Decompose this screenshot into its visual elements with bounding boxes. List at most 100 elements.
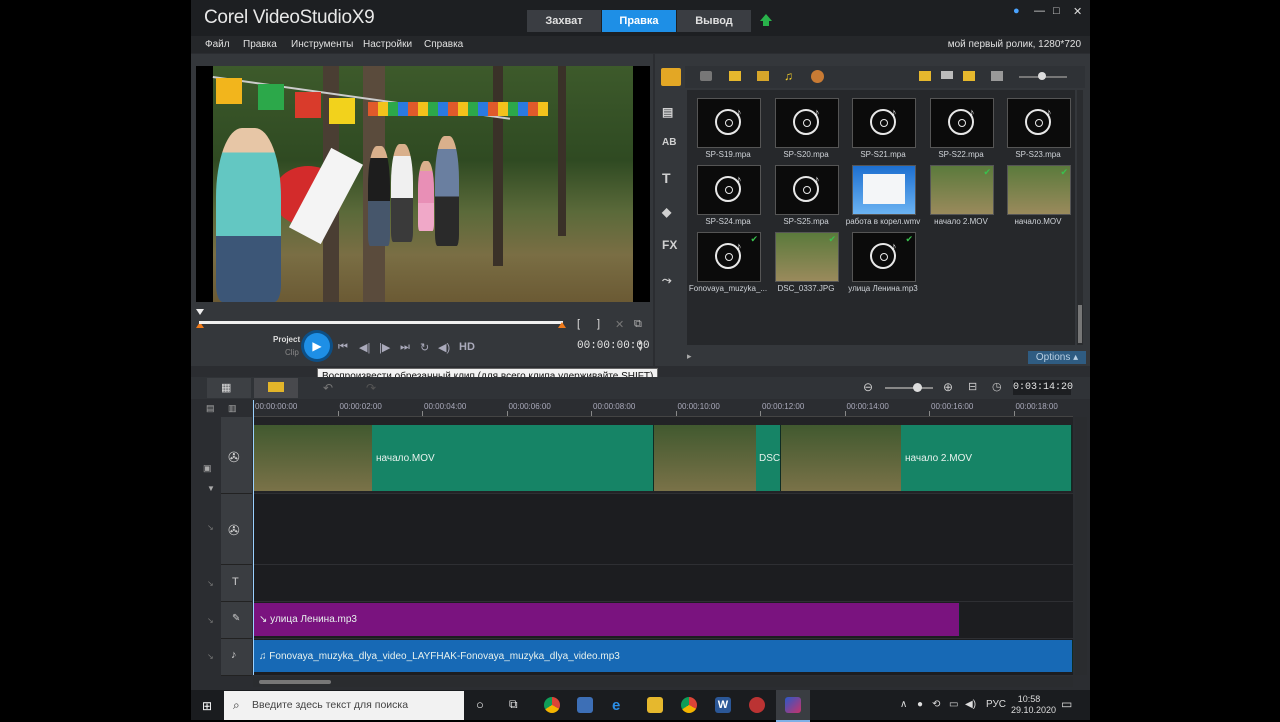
path-icon[interactable]: ⤳: [662, 273, 672, 288]
volume-icon[interactable]: ◀): [438, 341, 450, 354]
edge-icon[interactable]: e: [612, 697, 628, 714]
zoom-slider[interactable]: [885, 387, 933, 389]
timeline-hscroll[interactable]: [253, 677, 1073, 687]
instant-project-icon[interactable]: ▤: [662, 105, 673, 119]
menu-edit[interactable]: Правка: [243, 39, 277, 50]
video-clip-2[interactable]: начало 2.MOV: [901, 425, 1072, 491]
mark-out-button[interactable]: ]: [597, 318, 600, 330]
videostudio-taskbar-button[interactable]: [776, 690, 810, 722]
cortana-icon[interactable]: ○: [476, 697, 484, 712]
voice-track[interactable]: ↘ улица Ленина.mp3: [253, 602, 1073, 639]
timecode-stepper[interactable]: ▲ ▼: [637, 339, 644, 353]
transition-icon[interactable]: AB: [662, 137, 676, 148]
zoom-knob[interactable]: [913, 383, 922, 392]
library-item-thumb[interactable]: ♪: [852, 98, 916, 148]
timeline-vscroll[interactable]: [1075, 417, 1087, 675]
options-button[interactable]: Options ▴: [1028, 351, 1086, 364]
scrub-bar[interactable]: [199, 321, 563, 324]
redo-icon[interactable]: ↷: [366, 381, 376, 395]
go-start-icon[interactable]: ⏮: [338, 341, 348, 354]
tray-sync-icon[interactable]: ⟲: [932, 699, 940, 710]
track-expand-icon[interactable]: ▼: [207, 484, 215, 493]
close-icon[interactable]: ✕: [1073, 5, 1082, 18]
music-clip[interactable]: ♫ Fonovaya_muzyka_dlya_video_LAYFHAK-Fon…: [254, 640, 1073, 672]
chrome-icon[interactable]: [544, 697, 560, 713]
library-item-thumb[interactable]: ✔: [1007, 165, 1071, 215]
title-icon[interactable]: T: [662, 170, 671, 186]
overlay-track-header[interactable]: ✇: [221, 494, 252, 565]
notifications-icon[interactable]: ▭: [1061, 697, 1072, 711]
next-frame-icon[interactable]: |▶: [379, 341, 390, 354]
view-list-icon[interactable]: [941, 71, 953, 79]
tray-volume-icon[interactable]: ◀): [965, 699, 976, 710]
view-grid-icon[interactable]: [963, 71, 975, 81]
prev-frame-icon[interactable]: ◀|: [359, 341, 370, 354]
voice-clip[interactable]: ↘ улица Ленина.mp3: [254, 603, 960, 636]
go-end-icon[interactable]: ⏭: [400, 341, 410, 354]
menu-tools[interactable]: Инструменты: [291, 39, 353, 50]
undo-icon[interactable]: ↶: [323, 381, 333, 395]
tray-chevron-icon[interactable]: ∧: [900, 699, 907, 710]
zoom-in-icon[interactable]: ⊕: [943, 380, 953, 394]
trim-out-marker[interactable]: [558, 322, 566, 328]
hd-toggle[interactable]: HD: [459, 341, 475, 353]
storyboard-view-button[interactable]: ▦: [207, 378, 251, 398]
tab-capture[interactable]: Захват: [527, 10, 601, 32]
tray-clock[interactable]: 10:58 29.10.2020: [1011, 694, 1056, 716]
photo-clip[interactable]: DSC: [756, 425, 781, 491]
mark-in-button[interactable]: [: [577, 318, 580, 330]
play-button[interactable]: ▶: [304, 333, 330, 359]
timeline-ruler[interactable]: 00:00:00:00 00:00:02:00 00:00:04:00 00:00:0…: [253, 400, 1073, 417]
video-track[interactable]: начало.MOV DSC начало 2.MOV: [253, 417, 1073, 494]
globe-icon[interactable]: ●: [1013, 5, 1020, 17]
library-item-thumb[interactable]: ♪: [930, 98, 994, 148]
library-item-thumb[interactable]: ♪: [697, 165, 761, 215]
video-clip-1[interactable]: начало.MOV: [372, 425, 654, 491]
audio-filter-icon[interactable]: ♫: [784, 69, 793, 83]
library-item-thumb[interactable]: ♪: [775, 98, 839, 148]
photo-filter-icon[interactable]: [757, 71, 769, 81]
library-scrollbar[interactable]: [1077, 90, 1083, 345]
tray-language[interactable]: РУС: [986, 699, 1006, 710]
minimize-icon[interactable]: —: [1034, 5, 1045, 17]
menu-help[interactable]: Справка: [424, 39, 463, 50]
word-icon[interactable]: W: [715, 697, 731, 713]
folder-icon[interactable]: [700, 71, 712, 81]
library-item-thumb[interactable]: ♪: [697, 98, 761, 148]
menu-file[interactable]: Файл: [205, 39, 230, 50]
thumbnail-size-knob[interactable]: [1038, 72, 1046, 80]
menu-settings[interactable]: Настройки: [363, 39, 412, 50]
zoom-out-icon[interactable]: ⊖: [863, 380, 873, 394]
graphic-icon[interactable]: ◆: [662, 205, 671, 219]
video-filter-icon[interactable]: [729, 71, 741, 81]
web-media-icon[interactable]: [811, 70, 824, 83]
library-item-thumb[interactable]: ✔: [930, 165, 994, 215]
library-item-thumb[interactable]: ♪: [1007, 98, 1071, 148]
upload-icon[interactable]: [760, 14, 772, 26]
title-track-header[interactable]: T: [221, 565, 252, 602]
split-clip-icon[interactable]: ✕: [615, 318, 624, 331]
preview-video[interactable]: [196, 66, 650, 302]
library-item-thumb[interactable]: ♪ ✔: [852, 232, 916, 282]
title-link-icon[interactable]: ↘: [207, 579, 214, 588]
filter-icon[interactable]: FX: [662, 238, 677, 252]
sort-icon[interactable]: [991, 71, 1003, 81]
music-link-icon[interactable]: ↘: [207, 652, 214, 661]
fit-project-icon[interactable]: ⊟: [968, 380, 977, 393]
track-lock-icon[interactable]: ▣: [203, 463, 212, 474]
video-clip-thumb-3[interactable]: [781, 425, 902, 491]
app-pen-icon[interactable]: [577, 697, 593, 713]
library-item-thumb[interactable]: ♪ ✔: [697, 232, 761, 282]
tab-edit[interactable]: Правка: [602, 10, 676, 32]
music-track[interactable]: ♫ Fonovaya_muzyka_dlya_video_LAYFHAK-Fon…: [253, 639, 1073, 676]
video-clip-thumb-1[interactable]: [254, 425, 373, 491]
media-library-icon[interactable]: [661, 68, 681, 86]
voice-link-icon[interactable]: ↘: [207, 616, 214, 625]
scrubber-handle[interactable]: [196, 309, 204, 315]
expand-icon[interactable]: ▸: [687, 351, 692, 362]
enlarge-preview-icon[interactable]: ⧉: [634, 318, 642, 331]
view-thumbnails-icon[interactable]: [919, 71, 931, 81]
mode-clip[interactable]: Clip: [285, 348, 299, 357]
maximize-icon[interactable]: □: [1053, 5, 1060, 17]
timeline-playhead[interactable]: [253, 400, 254, 675]
